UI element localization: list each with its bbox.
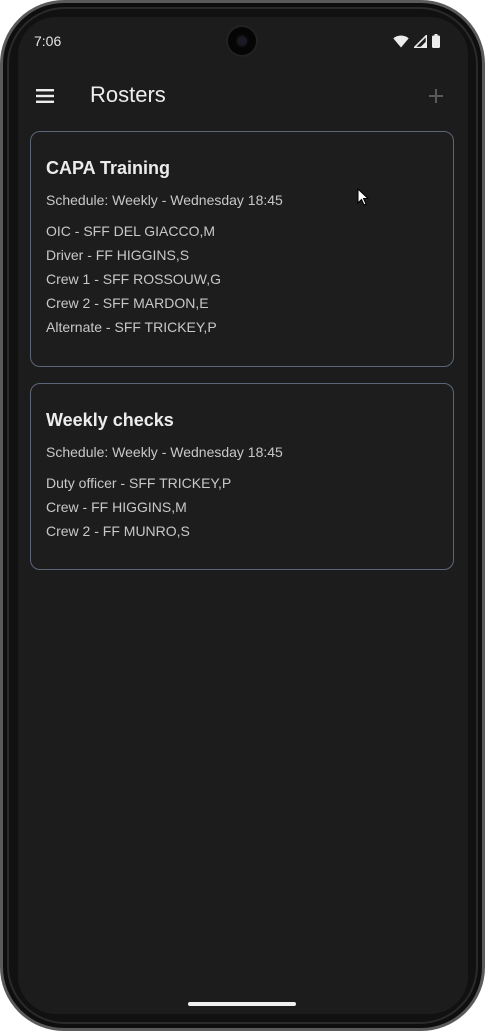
roster-member: Crew 2 - SFF MARDON,E	[46, 295, 209, 311]
mouse-cursor-icon	[357, 188, 369, 206]
wifi-icon	[393, 35, 409, 47]
status-icons	[393, 34, 440, 48]
roster-member: Crew 2 - FF MUNRO,S	[46, 523, 190, 539]
roster-schedule: Schedule: Weekly - Wednesday 18:45	[46, 192, 283, 208]
roster-member: Duty officer - SFF TRICKEY,P	[46, 475, 232, 491]
screen: 7:06 Rosters CAPA Training Schedule: Wee…	[18, 17, 468, 1014]
status-time: 7:06	[34, 33, 62, 49]
home-indicator[interactable]	[188, 1002, 296, 1006]
battery-icon	[432, 34, 440, 48]
roster-title: Weekly checks	[46, 410, 174, 430]
roster-member: Crew 1 - SFF ROSSOUW,G	[46, 271, 222, 287]
front-camera	[228, 27, 256, 55]
top-app-bar: Rosters	[18, 75, 468, 117]
roster-member: OIC - SFF DEL GIACCO,M	[46, 223, 216, 239]
add-icon[interactable]	[424, 84, 448, 108]
roster-card-weekly-checks[interactable]: Weekly checks Schedule: Weekly - Wednesd…	[30, 383, 454, 570]
page-title: Rosters	[90, 82, 166, 107]
roster-title: CAPA Training	[46, 158, 171, 178]
roster-member: Alternate - SFF TRICKEY,P	[46, 319, 217, 335]
signal-icon	[414, 34, 427, 48]
menu-icon[interactable]	[33, 85, 57, 107]
roster-member: Crew - FF HIGGINS,M	[46, 499, 187, 515]
roster-schedule: Schedule: Weekly - Wednesday 18:45	[46, 444, 283, 460]
roster-member: Driver - FF HIGGINS,S	[46, 247, 190, 263]
roster-card-capa-training[interactable]: CAPA Training Schedule: Weekly - Wednesd…	[30, 131, 454, 367]
status-bar: 7:06	[18, 17, 468, 67]
